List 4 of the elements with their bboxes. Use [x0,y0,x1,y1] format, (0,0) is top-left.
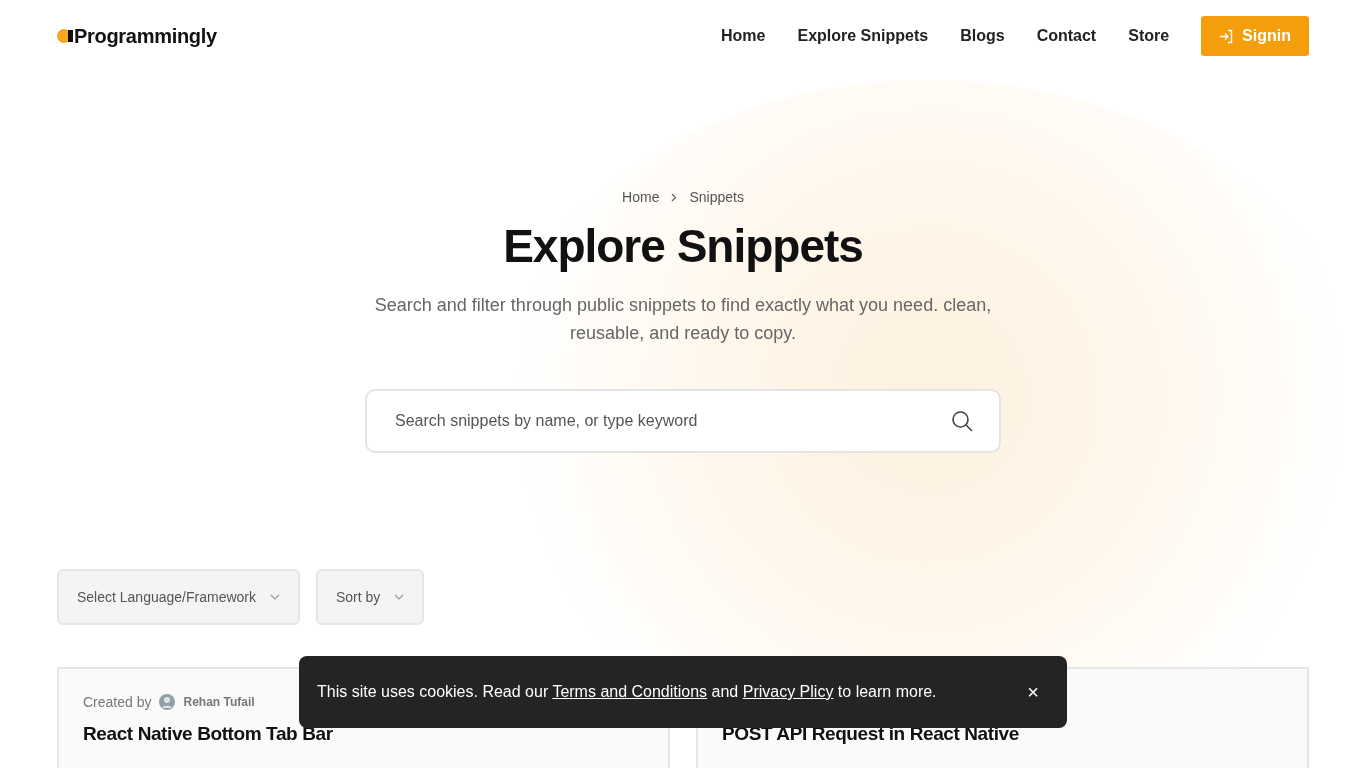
created-by-label: Created by [83,694,152,710]
page-subtitle: Search and filter through public snippets to find exactly what you need. clean, reusable, and ready to copy. [373,294,993,345]
page-title: Explore Snippets [503,219,863,273]
cookie-message: This site uses cookies. Read our Terms and Conditions and Privacy Plicy to learn more. [317,683,937,701]
